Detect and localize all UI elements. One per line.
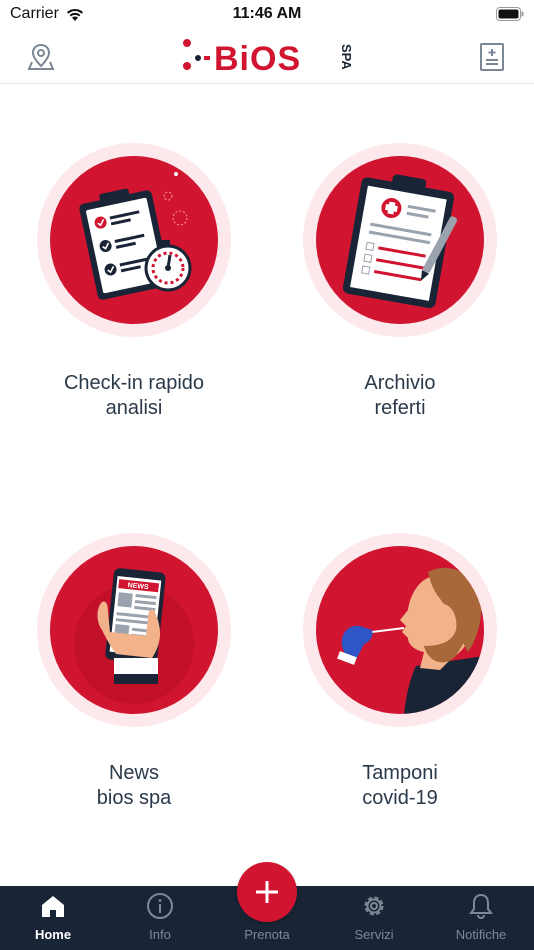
tile-news[interactable]: NEWS News bios spa (19, 533, 249, 811)
tab-home-label: Home (34, 927, 72, 942)
nasal-swab-icon (337, 567, 484, 714)
document-plus-icon (480, 43, 504, 71)
home-icon (42, 896, 64, 917)
battery-icon (496, 7, 524, 21)
tile-news-label: News bios spa (96, 762, 172, 809)
logo-text: BiOS (214, 40, 301, 78)
locations-button[interactable] (23, 39, 59, 75)
status-bar: Carrier 11:46 AM (0, 0, 534, 30)
app-header: BiOS SPA (0, 30, 534, 84)
tile-tamponi-circle (303, 533, 497, 727)
map-pin-icon (27, 43, 55, 70)
tab-info[interactable]: Info (107, 886, 213, 950)
tile-news-circle: NEWS (37, 533, 231, 727)
bell-icon (469, 893, 493, 919)
tab-servizi[interactable]: Servizi (321, 886, 427, 950)
bios-logo: BiOS SPA (180, 36, 360, 78)
plus-icon (256, 881, 278, 903)
tab-notifiche[interactable]: Notifiche (428, 886, 534, 950)
prenota-fab-button[interactable] (237, 862, 297, 922)
tab-servizi-label: Servizi (354, 927, 394, 942)
tile-archivio-circle (303, 143, 497, 337)
tile-tamponi-label: Tamponi covid-19 (362, 762, 438, 809)
clipboard-stopwatch-icon (79, 172, 192, 300)
logo-suffix: SPA (339, 44, 354, 70)
tab-info-label: Info (149, 927, 171, 942)
phone-news-icon: NEWS (74, 568, 194, 704)
request-document-button[interactable] (474, 39, 510, 75)
tile-checkin-label: Check-in rapido analisi (63, 372, 205, 419)
medical-report-icon (342, 174, 458, 309)
tile-tamponi[interactable]: Tamponi covid-19 (285, 533, 515, 811)
tile-checkin-circle (37, 143, 231, 337)
tab-home[interactable]: Home (0, 886, 106, 950)
tab-prenota-label: Prenota (244, 927, 290, 942)
info-icon (147, 893, 173, 919)
tile-checkin[interactable]: Check-in rapido analisi (19, 143, 249, 421)
gear-icon (364, 896, 384, 916)
tile-archivio-label: Archivio referti (364, 372, 436, 419)
tile-archivio[interactable]: Archivio referti (285, 143, 515, 421)
status-time: 11:46 AM (232, 5, 302, 22)
tab-notifiche-label: Notifiche (455, 927, 507, 942)
